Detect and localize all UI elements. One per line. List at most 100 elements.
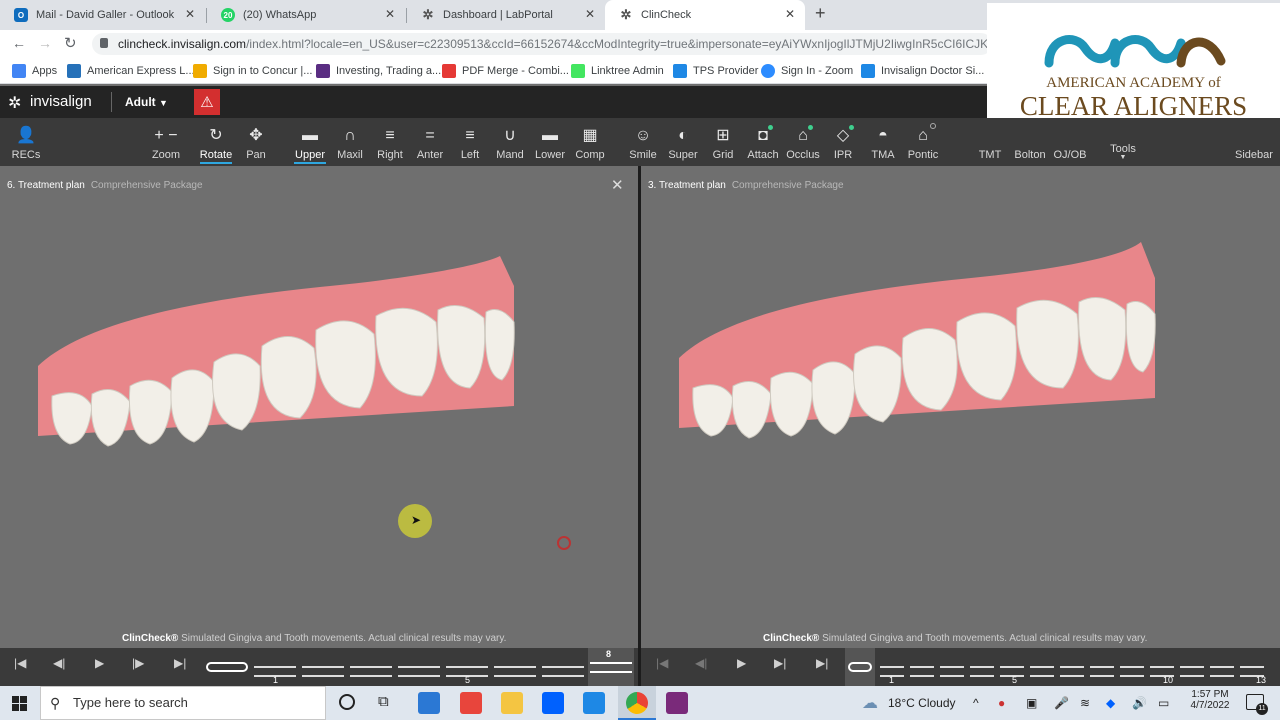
bookmark-invisalign-doctor[interactable]: Invisalign Doctor Si... xyxy=(861,62,984,80)
stage-segment[interactable] xyxy=(398,666,440,677)
last-stage-icon[interactable]: ▶| xyxy=(816,656,828,670)
warning-icon[interactable]: ⚠ xyxy=(194,89,220,115)
stage-segment[interactable] xyxy=(494,666,536,677)
security-icon[interactable]: ● xyxy=(998,696,1005,710)
pan-button[interactable]: ✥ Pan xyxy=(230,118,282,166)
stage-segment[interactable] xyxy=(1210,666,1234,677)
pontic-button[interactable]: ⌂ Pontic xyxy=(897,118,949,166)
next-stage-icon[interactable]: |▶ xyxy=(132,656,144,670)
close-icon[interactable]: ✕ xyxy=(185,7,195,21)
stage-segment[interactable] xyxy=(1180,666,1204,677)
dropbox-tray-icon[interactable]: ◆ xyxy=(1106,696,1115,710)
bookmark-zoom[interactable]: Sign In - Zoom xyxy=(761,62,853,80)
tma-icon: ◓ xyxy=(878,127,888,144)
cloud-weather-icon[interactable]: ☁ xyxy=(862,693,878,713)
play-icon[interactable]: ▶ xyxy=(95,656,104,670)
url-bar[interactable]: clincheck.invisalign.com/index.html?loca… xyxy=(92,33,992,55)
recs-button[interactable]: 👤 RECs xyxy=(0,118,52,166)
anterior-view-icon: = xyxy=(425,127,435,144)
bookmark-investing[interactable]: Investing, Trading a... xyxy=(316,62,441,80)
bookmark-concur[interactable]: Sign in to Concur |... xyxy=(193,62,312,80)
close-pane-icon[interactable]: ✕ xyxy=(611,176,624,194)
stage-segment[interactable] xyxy=(910,666,934,677)
notification-center-icon[interactable]: 11 xyxy=(1246,694,1268,715)
task-view-icon[interactable]: ⧉ xyxy=(378,693,389,710)
bookmark-tps[interactable]: TPS Provider xyxy=(673,62,758,80)
windows-start-icon[interactable] xyxy=(12,696,28,712)
bookmark-linktree[interactable]: Linktree Admin xyxy=(571,62,664,80)
play-icon[interactable]: ▶ xyxy=(737,656,746,670)
office-icon[interactable] xyxy=(460,692,482,714)
forward-icon[interactable]: → xyxy=(38,35,52,51)
tab-labportal[interactable]: ✲ Dashboard | LabPortal ✕ xyxy=(407,0,605,30)
tools-button[interactable]: Tools ▼ xyxy=(1097,118,1149,166)
taskbar-search-input[interactable]: Type here to search xyxy=(40,686,326,720)
first-stage-icon[interactable]: |◀ xyxy=(656,656,668,670)
mandibular-icon: ∪ xyxy=(504,127,516,144)
current-stage-marker[interactable]: 8 xyxy=(588,648,634,686)
dental-arch-model-right[interactable] xyxy=(671,238,1171,478)
clock[interactable]: 1:57 PM 4/7/2022 xyxy=(1185,689,1235,711)
meet-now-icon[interactable]: ▣ xyxy=(1026,696,1037,710)
microphone-icon[interactable]: 🎤 xyxy=(1054,696,1069,710)
reload-icon[interactable]: ↻ xyxy=(64,34,77,52)
stage-segment[interactable] xyxy=(1090,666,1114,677)
calendar-icon[interactable] xyxy=(583,692,605,714)
chevron-up-icon[interactable]: ^ xyxy=(973,696,979,710)
bookmark-apps[interactable]: Apps xyxy=(12,62,57,80)
bookmark-pdf-merge[interactable]: PDF Merge - Combi... xyxy=(442,62,569,80)
close-icon[interactable]: ✕ xyxy=(385,7,395,21)
last-stage-icon[interactable]: ▶| xyxy=(174,656,186,670)
bookmark-amex[interactable]: American Express L... xyxy=(67,62,195,80)
dropbox-icon[interactable] xyxy=(542,692,564,714)
patient-type-select[interactable]: Adult ▼ xyxy=(125,95,168,109)
tab-clincheck[interactable]: ✲ ClinCheck ✕ xyxy=(605,0,805,30)
back-icon[interactable]: ← xyxy=(12,35,26,51)
weather-text[interactable]: 18°C Cloudy xyxy=(888,696,956,710)
tab-outlook[interactable]: O Mail - David Galler - Outlook ✕ xyxy=(0,0,205,30)
close-icon[interactable]: ✕ xyxy=(785,7,795,21)
current-stage-segment xyxy=(590,662,632,673)
viewer-pane-left[interactable]: 6. Treatment plan Comprehensive Package ✕… xyxy=(0,166,638,648)
first-stage-icon[interactable]: |◀ xyxy=(14,656,26,670)
stage-segment[interactable] xyxy=(1060,666,1084,677)
selected-underline xyxy=(294,162,326,164)
store-icon[interactable] xyxy=(418,692,440,714)
new-tab-button[interactable]: + xyxy=(815,3,826,24)
stage-segment[interactable] xyxy=(970,666,994,677)
disclaimer: ClinCheck® Simulated Gingiva and Tooth m… xyxy=(122,633,507,644)
prev-stage-icon[interactable]: ◀| xyxy=(53,656,65,670)
lock-icon[interactable] xyxy=(100,38,108,48)
pdf-merge-icon xyxy=(442,64,456,78)
brand-logo: invisalign xyxy=(30,93,92,110)
stage-0-handle[interactable] xyxy=(206,662,248,672)
close-icon[interactable]: ✕ xyxy=(585,7,595,21)
viewer-pane-right[interactable]: 3. Treatment plan Comprehensive Package C… xyxy=(641,166,1280,648)
stage-segment[interactable] xyxy=(350,666,392,677)
stage-label: 1 xyxy=(889,675,895,685)
header-divider xyxy=(111,92,112,112)
tab-whatsapp[interactable]: 20 (20) WhatsApp ✕ xyxy=(207,0,405,30)
sidebar-button[interactable]: Sidebar xyxy=(1228,118,1280,166)
prev-stage-icon[interactable]: ◀| xyxy=(695,656,707,670)
stage-segment[interactable] xyxy=(302,666,344,677)
wifi-icon[interactable]: ≋ xyxy=(1080,696,1090,710)
next-stage-icon[interactable]: ▶| xyxy=(774,656,786,670)
volume-icon[interactable]: 🔊 xyxy=(1132,696,1147,710)
file-explorer-icon[interactable] xyxy=(501,692,523,714)
cortana-icon[interactable] xyxy=(339,694,355,710)
chrome-taskbar-button[interactable] xyxy=(618,686,656,720)
dental-arch-model-left[interactable] xyxy=(30,246,530,486)
stage-segment[interactable] xyxy=(1120,666,1144,677)
ojob-button[interactable]: OJ/OB xyxy=(1044,118,1096,166)
stage-segment[interactable] xyxy=(940,666,964,677)
teams-icon[interactable] xyxy=(666,692,688,714)
clincheck-icon: ✲ xyxy=(620,7,632,22)
stage-segment[interactable] xyxy=(1030,666,1054,677)
comp-button[interactable]: ▦ Comp xyxy=(564,118,616,166)
current-stage-marker[interactable] xyxy=(845,648,875,686)
stage-segment[interactable] xyxy=(542,666,584,677)
zoom-button[interactable]: + − Zoom xyxy=(140,118,192,166)
occlusion-icon: ⌂ xyxy=(798,125,813,147)
battery-icon[interactable]: ▭ xyxy=(1158,696,1169,710)
